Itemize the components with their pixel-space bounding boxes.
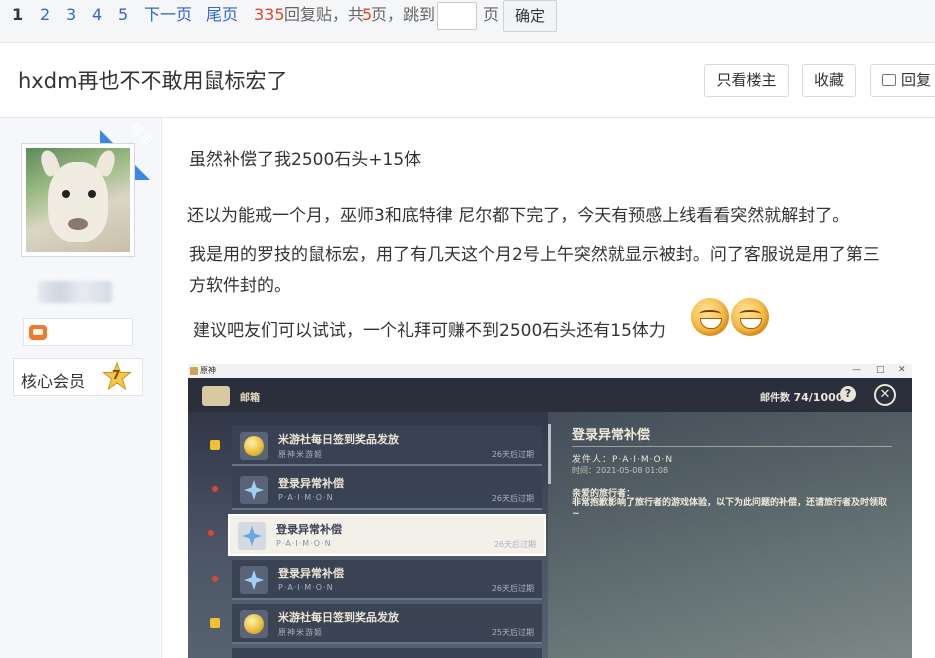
reply-button-label: 回复 [901, 71, 932, 89]
comment-icon [882, 74, 896, 86]
post-paragraph-3b: 方软件封的。 [189, 276, 291, 296]
pagination-bar: 1 2 3 4 5 下一页 尾页 335 回复贴，共 5 页，跳到 页 确定 [0, 0, 935, 43]
member-label: 核心会员 [21, 372, 86, 391]
page-current: 1 [12, 5, 24, 24]
list-item: 登录异常补偿 P·A·I·M·O·N 26天后过期 [232, 560, 542, 600]
mail-list: 米游社每日签到奖品发放 原神米游姬 26天后过期 登录异常补偿 P·A·I·M·… [188, 412, 548, 658]
mail-detail-sender: 发件人：P·A·I·M·O·N [572, 455, 674, 465]
star-item-icon [244, 570, 264, 590]
primogem-coin-icon [244, 614, 264, 634]
help-icon: ? [840, 386, 856, 402]
post-paragraph-4: 建议吧友们可以试试，一个礼拜可赚不到2500石头还有15体力 [193, 321, 666, 341]
mailbox-header: 邮箱 邮件数 74/1000 ? ✕ [188, 378, 912, 412]
post-paragraph-2: 还以为能戒一个月，巫师3和底特律 尼尔都下完了，今天有预感上线看看突然就解封了。 [187, 206, 850, 226]
post-image-screenshot[interactable]: 原神 — □ ✕ 邮箱 邮件数 74/1000 ? ✕ 米游社每日签到奖品发放 … [188, 364, 912, 658]
favorite-button[interactable]: 收藏 [802, 64, 856, 97]
list-item: 米游社每日签到奖品发放 原神米游姬 25天后过期 [232, 604, 542, 644]
star-item-icon [242, 526, 262, 546]
reply-button[interactable]: 回复 [870, 64, 935, 97]
close-icon: ✕ [874, 384, 896, 406]
post-paragraph-3a: 我是用的罗技的鼠标宏，用了有几天这个月2号上午突然就显示被封。问了客服说是用了第… [189, 245, 880, 265]
mail-count: 邮件数 74/1000 [760, 391, 844, 404]
only-op-button[interactable]: 只看楼主 [704, 64, 789, 97]
member-badge[interactable]: 核心会员 7 [13, 358, 143, 396]
maximize-icon: □ [876, 365, 885, 375]
list-item [232, 648, 542, 658]
mail-new-dot [208, 530, 214, 536]
page-link-3[interactable]: 3 [66, 6, 76, 24]
last-page-link[interactable]: 尾页 [206, 6, 238, 24]
list-item: 登录异常补偿 P·A·I·M·O·N 26天后过期 [232, 470, 542, 510]
mail-new-dot [212, 576, 218, 582]
page-link-4[interactable]: 4 [92, 6, 102, 24]
mail-unread-marker [210, 440, 220, 450]
primogem-coin-icon [244, 436, 264, 456]
avatar-image [26, 148, 130, 252]
mail-detail-panel: 登录异常补偿 发件人：P·A·I·M·O·N 时间：2021-05-08 01:… [548, 412, 912, 658]
reply-count-label: 回复贴，共 [284, 5, 365, 24]
username-blurred[interactable] [38, 281, 112, 303]
post-content: 虽然补偿了我2500石头+15体 还以为能戒一个月，巫师3和底特律 尼尔都下完了… [163, 118, 935, 658]
mail-detail-time: 时间：2021-05-08 01:08 [572, 466, 669, 475]
next-page-link[interactable]: 下一页 [144, 6, 192, 24]
mailbox-screen: 邮箱 邮件数 74/1000 ? ✕ 米游社每日签到奖品发放 原神米游姬 26天… [188, 378, 912, 658]
jump-confirm-button[interactable]: 确定 [503, 0, 557, 32]
mail-new-dot [212, 486, 218, 492]
page-suffix-label: 页 [483, 5, 500, 24]
thread-title-bar: hxdm再也不不敢用鼠标宏了 只看楼主 收藏 回复 [0, 44, 935, 118]
app-icon [190, 367, 198, 375]
minimize-icon: — [852, 365, 861, 375]
window-close-icon: ✕ [898, 365, 906, 375]
grin-emoji-icon [731, 298, 769, 336]
member-level: 7 [112, 368, 121, 382]
list-item: 米游社每日签到奖品发放 原神米游姬 26天后过期 [232, 426, 542, 466]
user-level-badge[interactable] [23, 318, 133, 346]
screenshot-app-label: 原神 [200, 366, 216, 375]
mail-detail-body: 非常抱歉影响了旅行者的游戏体验，以下为此问题的补偿，还请旅行者及时领取~ [572, 498, 888, 519]
mailbox-envelope-icon [202, 386, 230, 406]
detail-scrollbar [548, 424, 551, 484]
page-link-2[interactable]: 2 [40, 6, 50, 24]
thread-title: hxdm再也不不敢用鼠标宏了 [18, 69, 288, 93]
post-paragraph-1: 虽然补偿了我2500石头+15体 [189, 150, 422, 170]
jump-page-input[interactable] [437, 2, 477, 30]
screenshot-window-titlebar: 原神 — □ ✕ [188, 364, 912, 378]
reply-count: 335 [254, 5, 285, 24]
level-icon [29, 325, 47, 340]
avatar[interactable] [21, 143, 135, 257]
jump-to-label: 页，跳到 [371, 5, 436, 24]
mail-detail-title: 登录异常补偿 [572, 428, 651, 443]
mailbox-title: 邮箱 [240, 393, 260, 404]
mail-unread-marker [210, 618, 220, 628]
page-link-5[interactable]: 5 [118, 6, 128, 24]
star-item-icon [244, 480, 264, 500]
list-item-selected: 登录异常补偿 P·A·I·M·O·N 26天后过期 [228, 514, 546, 556]
grin-emoji-icon [691, 298, 729, 336]
author-column: 楼主 核心会员 7 [0, 118, 162, 658]
